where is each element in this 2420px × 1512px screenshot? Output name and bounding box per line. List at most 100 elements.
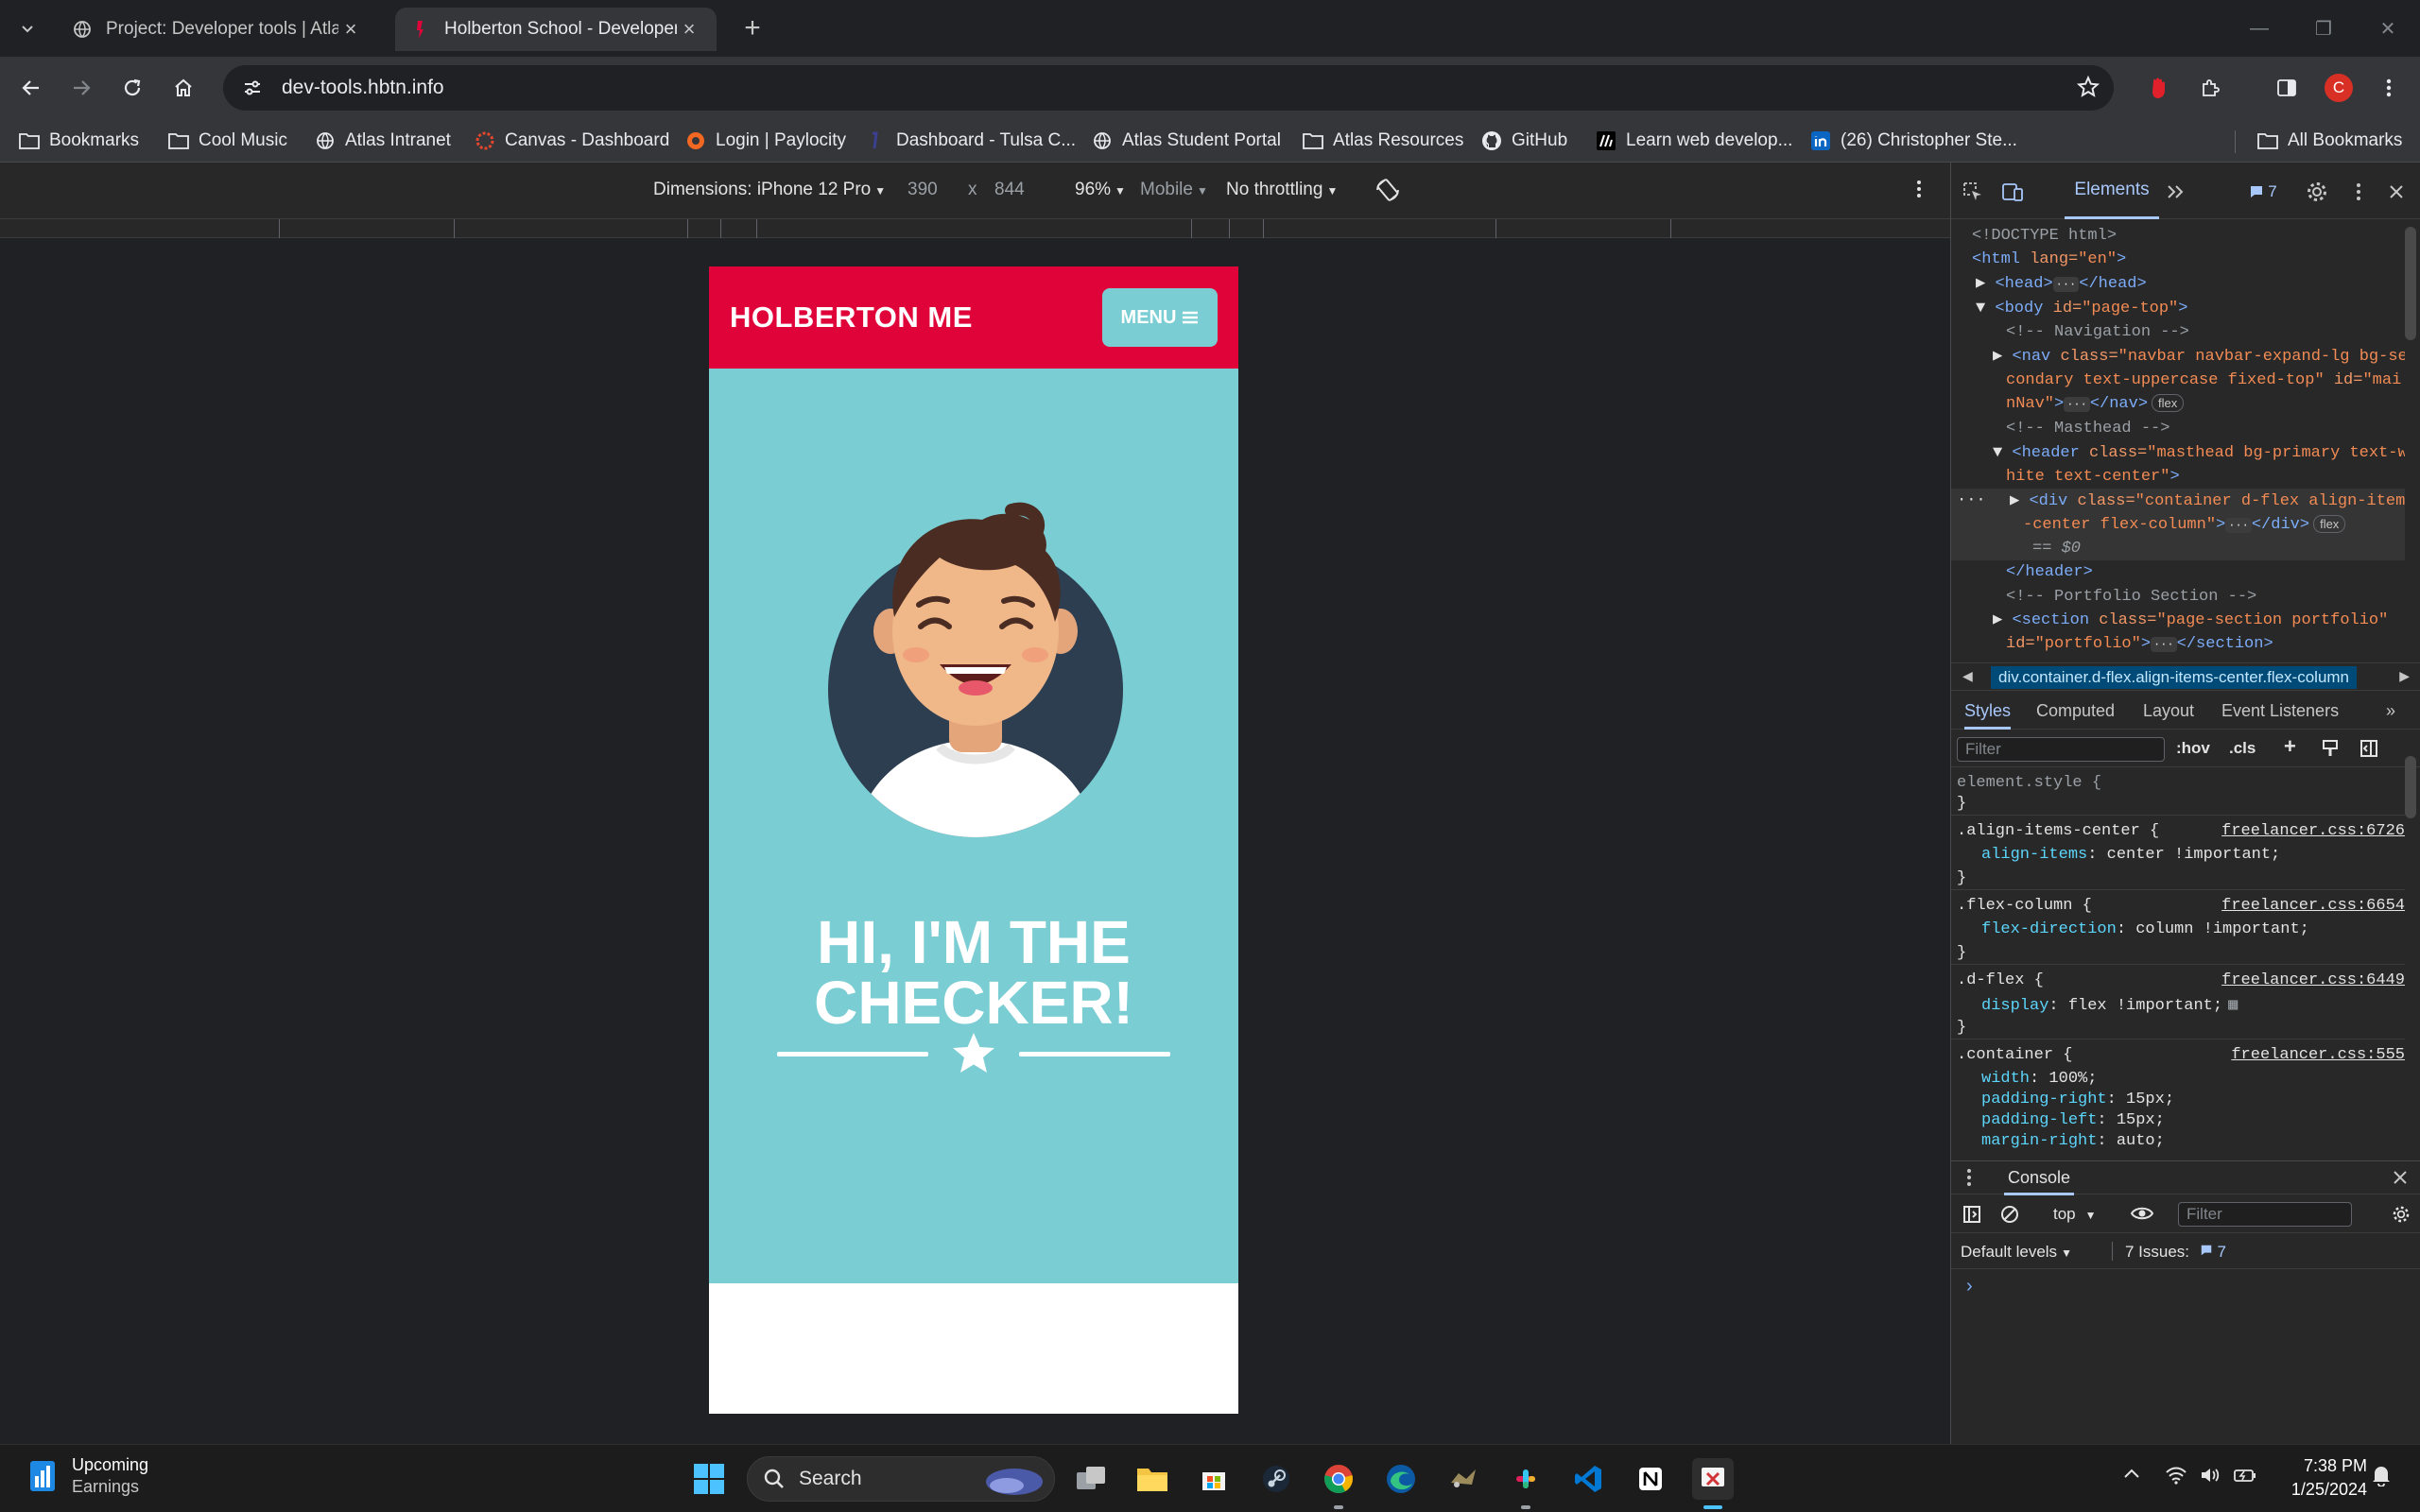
- reload-button[interactable]: [114, 70, 150, 106]
- dom-tree-scrollbar[interactable]: [2405, 227, 2416, 340]
- chrome-icon[interactable]: [1318, 1458, 1359, 1500]
- styles-scrollbar[interactable]: [2405, 756, 2416, 818]
- rule-declaration[interactable]: display: flex !important; ▦: [1981, 995, 2238, 1015]
- bookmark-item[interactable]: Bookmarks: [19, 127, 139, 155]
- bookmark-item[interactable]: Learn web develop...: [1596, 127, 1792, 155]
- rule-source-link[interactable]: freelancer.css:6654: [2221, 897, 2405, 915]
- tab-event-listeners[interactable]: Event Listeners: [2221, 692, 2339, 730]
- more-style-tabs-icon[interactable]: »: [2386, 692, 2395, 730]
- style-rule[interactable]: .align-items-center { freelancer.css:672…: [1951, 816, 2405, 890]
- console-prompt[interactable]: ›: [1966, 1276, 1973, 1297]
- rule-declaration[interactable]: flex-direction: column !important;: [1981, 920, 2309, 938]
- tab-layout[interactable]: Layout: [2143, 692, 2194, 730]
- dom-nav-node[interactable]: ▶ <nav class="navbar navbar-expand-lg bg…: [1993, 345, 2405, 369]
- device-toggle-icon[interactable]: [2000, 180, 2025, 204]
- dom-head-node[interactable]: ▶ <head> ··· </head>: [1976, 272, 2147, 296]
- dom-nav-node-end[interactable]: nNav"> ··· </nav> flex: [2006, 392, 2185, 416]
- menu-button[interactable]: MENU: [1102, 288, 1218, 347]
- notion-icon[interactable]: [1630, 1458, 1671, 1500]
- game-app-icon[interactable]: [1443, 1458, 1484, 1500]
- style-rule[interactable]: .d-flex { freelancer.css:6449 display: f…: [1951, 966, 2405, 1040]
- dom-header-node[interactable]: ▼ <header class="masthead bg-primary tex…: [1993, 441, 2405, 465]
- close-drawer-icon[interactable]: [2393, 1170, 2408, 1190]
- device-type-select[interactable]: Mobile ▼: [1140, 180, 1208, 200]
- dom-doctype[interactable]: <!DOCTYPE html>: [1972, 224, 2117, 248]
- rule-declaration[interactable]: padding-left: 15px;: [1981, 1111, 2165, 1129]
- issues-badge[interactable]: 7: [2244, 180, 2282, 204]
- dom-header-node-cont[interactable]: hite text-center">: [2006, 465, 2180, 489]
- tab-styles[interactable]: Styles: [1964, 692, 2012, 730]
- home-button[interactable]: [165, 70, 201, 106]
- profile-avatar[interactable]: C: [2321, 70, 2357, 106]
- slack-icon[interactable]: [1505, 1458, 1547, 1500]
- console-issues-link[interactable]: 7 Issues: 7: [2125, 1243, 2226, 1262]
- close-window-button[interactable]: ✕: [2356, 0, 2420, 57]
- tab-holberton-school[interactable]: Holberton School - Developer t ×: [395, 8, 717, 51]
- media-query-ruler[interactable]: [0, 219, 1950, 238]
- bookmark-item[interactable]: GitHub: [1481, 127, 1567, 155]
- live-expression-eye-icon[interactable]: [2130, 1205, 2154, 1227]
- devtools-menu-icon[interactable]: [2346, 180, 2371, 204]
- tab-close-icon[interactable]: ×: [338, 17, 363, 42]
- vscode-icon[interactable]: [1567, 1458, 1609, 1500]
- file-explorer-icon[interactable]: [1132, 1458, 1173, 1500]
- throttling-select[interactable]: No throttling ▼: [1226, 180, 1338, 200]
- rule-source-link[interactable]: freelancer.css:6449: [2221, 971, 2405, 989]
- dom-comment-portfolio[interactable]: <!-- Portfolio Section -->: [2006, 585, 2256, 609]
- rule-declaration[interactable]: padding-right: 15px;: [1981, 1091, 2174, 1108]
- styles-filter-input[interactable]: Filter: [1957, 737, 2165, 762]
- breadcrumb-left-arrow-icon[interactable]: ◀: [1962, 668, 1973, 684]
- class-toggle[interactable]: .cls: [2229, 739, 2256, 758]
- tray-overflow-icon[interactable]: [2123, 1466, 2140, 1485]
- wifi-icon[interactable]: [2165, 1466, 2187, 1489]
- tab-elements[interactable]: Elements: [2065, 163, 2159, 219]
- bookmark-item[interactable]: Atlas Student Portal: [1092, 127, 1281, 155]
- dom-html-node[interactable]: <html lang="en">: [1972, 248, 2126, 271]
- dom-comment-masthead[interactable]: <!-- Masthead -->: [2006, 417, 2169, 440]
- browser-menu-icon[interactable]: [2371, 70, 2407, 106]
- log-levels-select[interactable]: Default levels ▼: [1961, 1243, 2072, 1262]
- side-panel-icon[interactable]: [2269, 70, 2305, 106]
- bookmark-item[interactable]: Atlas Intranet: [315, 127, 451, 155]
- site-settings-icon[interactable]: [242, 77, 263, 98]
- tab-search-button[interactable]: [13, 14, 42, 43]
- new-rule-icon[interactable]: +: [2284, 734, 2296, 759]
- dom-header-close[interactable]: </header>: [2006, 560, 2093, 584]
- node-actions-icon[interactable]: ···: [1957, 489, 1986, 512]
- rule-source-link[interactable]: freelancer.css:555: [2231, 1046, 2405, 1064]
- rule-source-link[interactable]: freelancer.css:6726: [2221, 822, 2405, 840]
- widgets-button[interactable]: Upcoming Earnings: [26, 1454, 148, 1498]
- context-select[interactable]: top ▼: [2053, 1205, 2097, 1224]
- height-input[interactable]: 844: [994, 180, 1025, 200]
- console-sidebar-icon[interactable]: [1962, 1205, 1981, 1228]
- microsoft-store-icon[interactable]: [1193, 1458, 1235, 1500]
- dom-section-node[interactable]: ▶ <section class="page-section portfolio…: [1993, 609, 2388, 632]
- width-input[interactable]: 390: [908, 180, 938, 200]
- rule-declaration[interactable]: width: 100%;: [1981, 1070, 2097, 1088]
- more-tabs-icon[interactable]: [2163, 180, 2187, 204]
- close-devtools-icon[interactable]: [2384, 180, 2409, 204]
- task-view-icon[interactable]: [1070, 1458, 1112, 1500]
- steam-icon[interactable]: [1255, 1458, 1297, 1500]
- start-button[interactable]: [688, 1458, 730, 1500]
- dom-section-node-cont[interactable]: id="portfolio"> ··· </section>: [2006, 632, 2273, 656]
- tab-project-developer-tools[interactable]: Project: Developer tools | Atlas ×: [57, 8, 378, 51]
- bookmark-item[interactable]: Canvas - Dashboard: [475, 127, 669, 155]
- rule-declaration[interactable]: align-items: center !important;: [1981, 846, 2280, 864]
- rotate-icon[interactable]: [1374, 177, 1401, 209]
- drawer-menu-icon[interactable]: [1966, 1167, 1972, 1193]
- breadcrumb-right-arrow-icon[interactable]: ▶: [2399, 668, 2410, 684]
- tab-computed[interactable]: Computed: [2036, 692, 2115, 730]
- dom-div-node[interactable]: ▶ <div class="container d-flex align-ite…: [2010, 490, 2405, 513]
- sidebar-toggle-icon[interactable]: [2360, 739, 2378, 763]
- back-button[interactable]: [13, 70, 49, 106]
- bookmark-item[interactable]: Atlas Resources: [1303, 127, 1463, 155]
- volume-icon[interactable]: [2199, 1466, 2221, 1489]
- rule-declaration[interactable]: margin-right: auto;: [1981, 1132, 2165, 1150]
- dom-body-node[interactable]: ▼ <body id="page-top">: [1976, 297, 2187, 320]
- tab-close-icon[interactable]: ×: [677, 17, 701, 42]
- bookmark-item[interactable]: (26) Christopher Ste...: [1810, 127, 2017, 155]
- paint-icon[interactable]: [2322, 739, 2339, 763]
- device-select[interactable]: Dimensions: iPhone 12 Pro ▼: [653, 180, 886, 200]
- extensions-puzzle-icon[interactable]: [2193, 70, 2229, 106]
